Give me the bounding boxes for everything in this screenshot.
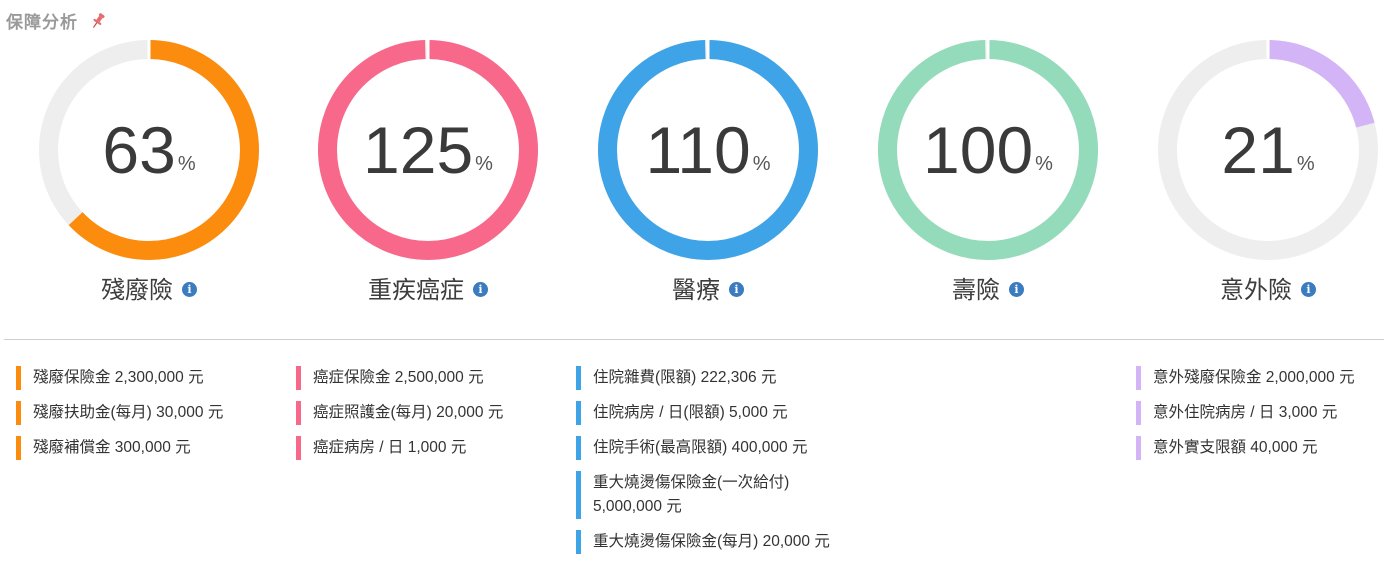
gauge-unit: % — [177, 152, 196, 175]
gauge-unit: % — [475, 152, 493, 175]
pin-icon[interactable] — [90, 12, 106, 30]
gauge-label: 重疾癌症 — [368, 276, 464, 304]
info-icon[interactable]: i — [729, 281, 744, 297]
detail-item: 意外殘廢保險金 2,000,000 元 — [1136, 366, 1355, 390]
gauge-life: 100% 壽險 i — [878, 40, 1098, 310]
gauge-value: 110 — [645, 113, 751, 187]
gauge-value: 63 — [102, 113, 176, 187]
detail-item: 重大燒燙傷保險金(一次給付) 5,000,000 元 — [576, 471, 843, 519]
gauge-value: 125 — [363, 113, 474, 187]
gauge-disability: 63% 殘廢險 i — [39, 40, 259, 310]
details-disability: 殘廢保險金 2,300,000 元 殘廢扶助金(每月) 30,000 元 殘廢補… — [16, 366, 223, 471]
gauge-critical-illness: 125% 重疾癌症 i — [318, 40, 538, 310]
details-accident: 意外殘廢保險金 2,000,000 元 意外住院病房 / 日 3,000 元 意… — [1136, 366, 1355, 471]
info-icon[interactable]: i — [1301, 281, 1316, 297]
detail-item: 住院雜費(限額) 222,306 元 — [576, 366, 843, 390]
gauge-value: 21 — [1221, 113, 1295, 187]
detail-item: 重大燒燙傷保險金(每月) 20,000 元 — [576, 530, 843, 554]
details-critical-illness: 癌症保險金 2,500,000 元 癌症照護金(每月) 20,000 元 癌症病… — [296, 366, 503, 471]
gauge-label: 醫療 — [672, 276, 720, 304]
section-title: 保障分析 — [6, 13, 78, 33]
gauge-label: 壽險 — [952, 276, 1000, 304]
detail-item: 住院病房 / 日(限額) 5,000 元 — [576, 401, 843, 425]
gauge-unit: % — [1035, 152, 1053, 175]
gauge-unit: % — [752, 152, 771, 175]
detail-item: 殘廢補償金 300,000 元 — [16, 436, 223, 460]
gauge-value: 100 — [923, 113, 1034, 187]
gauge-label: 意外險 — [1220, 276, 1292, 304]
gauge-unit: % — [1296, 152, 1315, 175]
details-medical: 住院雜費(限額) 222,306 元 住院病房 / 日(限額) 5,000 元 … — [576, 366, 843, 565]
gauge-medical: 110% 醫療 i — [598, 40, 818, 310]
divider — [4, 339, 1384, 340]
detail-item: 癌症病房 / 日 1,000 元 — [296, 436, 503, 460]
detail-item: 意外住院病房 / 日 3,000 元 — [1136, 401, 1355, 425]
gauge-accident: 21% 意外險 i — [1158, 40, 1378, 310]
detail-item: 意外實支限額 40,000 元 — [1136, 436, 1355, 460]
detail-item: 殘廢扶助金(每月) 30,000 元 — [16, 401, 223, 425]
info-icon[interactable]: i — [1009, 281, 1024, 297]
detail-item: 殘廢保險金 2,300,000 元 — [16, 366, 223, 390]
section-header: 保障分析 — [6, 8, 106, 33]
gauge-row: 63% 殘廢險 i 125% 重疾癌症 i 110% 醫療 i 100% 壽險 … — [0, 40, 1384, 310]
detail-item: 癌症照護金(每月) 20,000 元 — [296, 401, 503, 425]
info-icon[interactable]: i — [182, 281, 197, 297]
gauge-label: 殘廢險 — [101, 276, 173, 304]
info-icon[interactable]: i — [473, 281, 488, 297]
detail-item: 住院手術(最高限額) 400,000 元 — [576, 436, 843, 460]
detail-item: 癌症保險金 2,500,000 元 — [296, 366, 503, 390]
